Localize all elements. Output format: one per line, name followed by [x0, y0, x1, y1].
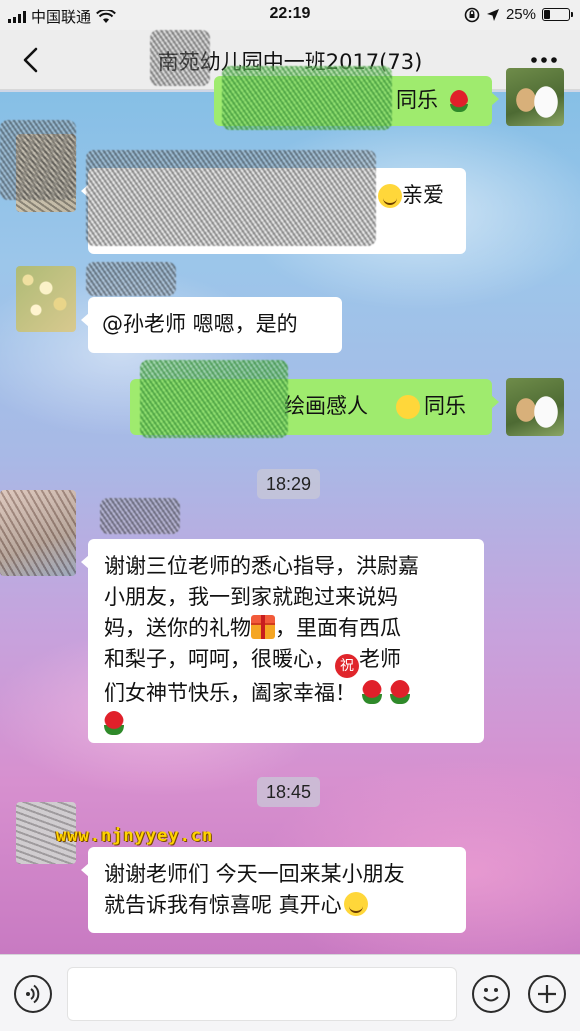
battery-icon — [542, 8, 573, 21]
add-icon — [538, 985, 556, 1003]
message-text: 绘画感人 — [284, 394, 368, 418]
timestamp: 18:45 — [257, 777, 321, 807]
chat-title: 南苑幼儿园中一班2017(73) — [157, 50, 423, 74]
message-text: 谢谢老师们 今天一回来某小朋友 就告诉我有惊喜呢 真开心 — [104, 859, 405, 921]
message-text: 谢谢三位老师的悉心指导，洪尉嘉 小朋友，我一到家就跑过来说妈 妈，送你的礼物 ，里… — [104, 551, 419, 740]
congratulate-emoji-icon: 祝 — [335, 654, 359, 678]
watermark: www.njnyyey.cn — [56, 826, 214, 846]
message-line: 妈，送你的礼物 — [104, 616, 251, 640]
message-line-row: 们女神节快乐，阖家幸福！ — [104, 678, 419, 709]
smile-emoji-icon — [343, 892, 368, 916]
avatar[interactable] — [16, 266, 76, 332]
emoji-button[interactable] — [472, 975, 510, 1013]
status-bar: 中国联通 22:19 25% — [0, 0, 580, 30]
message-bubble[interactable]: 同乐 — [214, 76, 499, 126]
rose-emoji-icon — [390, 680, 410, 704]
message-text-suffix: 同乐 — [424, 394, 466, 418]
message-line-row: 妈，送你的礼物 ，里面有西瓜 — [104, 613, 419, 644]
input-bar — [0, 954, 580, 1031]
avatar[interactable] — [16, 134, 76, 212]
message-input[interactable] — [67, 967, 457, 1021]
rose-emoji-icon — [362, 680, 382, 704]
message-bubble[interactable]: 绘画感人 同乐 — [130, 379, 499, 435]
message-bubble[interactable]: 谢谢三位老师的悉心指导，洪尉嘉 小朋友，我一到家就跑过来说妈 妈，送你的礼物 ，里… — [81, 539, 484, 743]
message-line: ，里面有西瓜 — [275, 616, 401, 640]
message-text: @孙老师 嗯嗯，是的 — [102, 312, 298, 336]
message-line: 们女神节快乐，阖家幸福！ — [104, 681, 356, 705]
timestamp: 18:29 — [257, 469, 321, 499]
back-icon[interactable] — [18, 44, 44, 76]
avatar[interactable] — [506, 68, 564, 126]
message-bubble[interactable]: 亲爱 — [81, 168, 466, 254]
message-text: 亲爱 — [402, 183, 444, 207]
message-text: 同乐 — [396, 88, 438, 112]
wink-emoji-icon — [396, 395, 420, 419]
rose-emoji-icon — [450, 90, 468, 112]
voice-button[interactable] — [14, 975, 52, 1013]
message-line-row: 和梨子，呵呵，很暖心，祝老师 — [104, 644, 419, 678]
message-line: 谢谢老师们 今天一回来某小朋友 — [104, 862, 405, 886]
rose-emoji-icon — [104, 711, 124, 735]
rotation-lock-icon — [464, 7, 480, 22]
message-line: 小朋友，我一到家就跑过来说妈 — [104, 585, 398, 609]
blush-emoji-icon — [378, 184, 402, 208]
avatar[interactable] — [0, 490, 76, 576]
message-line-row: 就告诉我有惊喜呢 真开心 — [104, 890, 405, 921]
message-line-row — [104, 709, 419, 740]
emoji-icon — [483, 988, 499, 1002]
message-line: 老师 — [359, 647, 401, 671]
avatar[interactable] — [506, 378, 564, 436]
message-bubble[interactable]: 谢谢老师们 今天一回来某小朋友 就告诉我有惊喜呢 真开心 — [81, 847, 466, 933]
location-icon — [486, 8, 499, 21]
add-button[interactable] — [528, 975, 566, 1013]
gift-emoji-icon — [251, 615, 275, 639]
message-bubble[interactable]: @孙老师 嗯嗯，是的 — [81, 297, 342, 353]
voice-icon — [26, 984, 40, 1004]
message-line: 就告诉我有惊喜呢 真开心 — [104, 893, 342, 917]
battery-percent: 25% — [505, 6, 536, 23]
message-line: 和梨子，呵呵，很暖心， — [104, 647, 335, 671]
message-line: 谢谢三位老师的悉心指导，洪尉嘉 — [104, 554, 419, 578]
